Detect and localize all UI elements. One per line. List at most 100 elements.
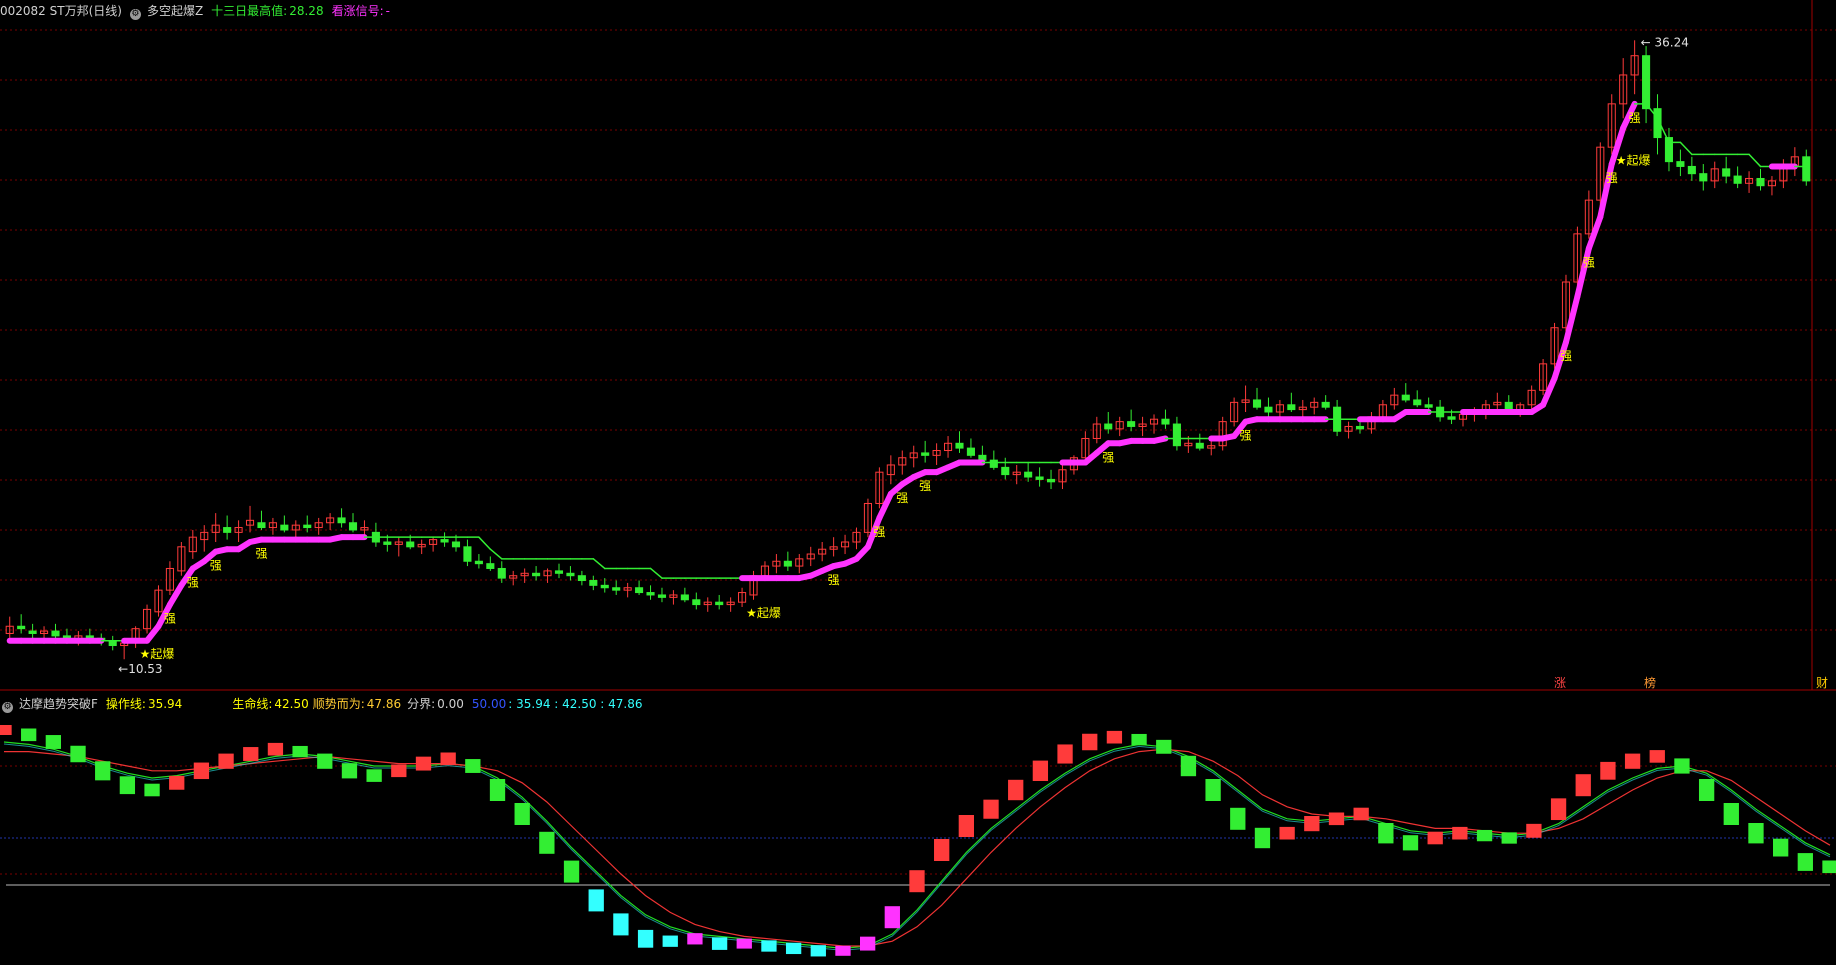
candle-body [554,570,564,574]
trend-line-segment [166,582,185,608]
oscillator-block [835,945,851,956]
oscillator-line [3,743,1831,951]
candle-body [1035,476,1044,480]
oscillator-block [934,839,950,861]
split2-value: 50.00 [471,697,507,711]
candle-body [566,572,575,577]
candle-body [1756,177,1765,187]
oscillator-block [1378,823,1394,844]
oscillator-block [859,936,876,951]
oscillator-block [563,860,580,883]
burst-label: ★起爆 [1616,153,1651,167]
indicator-name[interactable]: 多空起爆Z [147,4,203,18]
oscillator-block [637,929,654,948]
oscillator-block [1131,733,1147,746]
oscillator-block [218,753,234,769]
candle-body [1104,423,1113,430]
oscillator-block [1402,835,1419,851]
oscillator-block [169,775,185,790]
candle-body [28,630,37,634]
candle-body [1252,399,1262,408]
strong-label: 强 [1629,111,1641,125]
strong-label: 强 [187,575,199,589]
trend-line-segment [1540,375,1558,408]
oscillator-block [1822,860,1836,874]
high13-value: 28.28 [289,4,324,18]
oscillator-block [884,906,900,929]
oscillator-block [366,769,382,782]
oscillator-block [1649,750,1665,763]
oscillator-block [0,725,12,735]
oscillator-block [317,753,333,769]
strong-label: 强 [1583,255,1595,269]
candle-body [1321,401,1330,408]
candle-body [635,587,644,594]
candle-body [1001,466,1010,476]
candle-body [303,524,312,529]
oscillator-block [514,803,530,825]
oscillator-block [144,783,160,797]
candle-body [1024,471,1033,478]
candle-body [406,541,415,548]
op-line-value: 35.94 [147,697,183,711]
candle-body [1264,406,1273,413]
gear-icon[interactable]: ⚙ [2,702,13,713]
trend-value: 47.86 [366,697,402,711]
candle-body [463,546,472,562]
candle-body [1687,165,1696,175]
candle-body [657,594,667,598]
candle-body [955,442,964,449]
candle-body [978,454,987,461]
candle-body [1642,55,1651,110]
oscillator-block [267,742,284,756]
candle-body [1733,175,1742,184]
sub-indicator-name[interactable]: 达摩趋势突破F [19,697,98,711]
candle-body [348,522,358,531]
candle-body [921,452,930,456]
strong-label: 强 [896,491,908,505]
trend-line-segment [592,558,606,570]
burst-label: ★起爆 [746,606,781,620]
oscillator-block [711,937,728,950]
candle-body [223,527,232,533]
stock-title[interactable]: 002082 ST万邦(日线) [0,4,122,18]
candle-body [783,560,792,567]
oscillator-block [21,728,37,742]
candle-body [1447,416,1456,420]
strong-label: 强 [873,525,885,539]
candle-body [715,601,724,606]
oscillator-block [1205,779,1221,801]
oscillator-block [1008,779,1024,801]
oscillator-block [243,747,259,761]
price-chart[interactable]: 强强强强强强强强强强强强强强★起爆★起爆★起爆← 36.24←10.53涨榜财 [0,0,1836,965]
trend-line-segment [1151,435,1169,444]
oscillator-block [489,779,506,801]
oscillator-block [1452,826,1468,840]
gear-icon[interactable]: ⚙ [129,9,141,20]
candle-body [474,560,483,565]
oscillator-block [1698,779,1715,801]
trend-line-segment [1585,214,1604,252]
oscillator-block [1156,739,1172,754]
strong-label: 强 [828,573,840,587]
candle-body [440,539,449,543]
candle-body [1161,418,1170,425]
candle-body [51,630,60,637]
candle-body [1722,168,1731,177]
oscillator-block [440,752,456,766]
bottom-tag: 榜 [1644,675,1656,690]
candle-body [451,541,461,548]
candle-body [1172,423,1181,447]
trend-line-segment [489,548,503,560]
candle-body [1802,156,1811,182]
candle-body [337,517,346,524]
strong-label: 强 [1102,450,1114,464]
candle-body [966,447,975,456]
oscillator-block [70,745,86,763]
oscillator-block [193,762,210,780]
trend-line-segment [1748,153,1762,168]
oscillator-line [4,748,1831,947]
oscillator-block [1476,829,1493,842]
strong-label: 强 [919,479,931,493]
oscillator-block [1600,761,1616,780]
